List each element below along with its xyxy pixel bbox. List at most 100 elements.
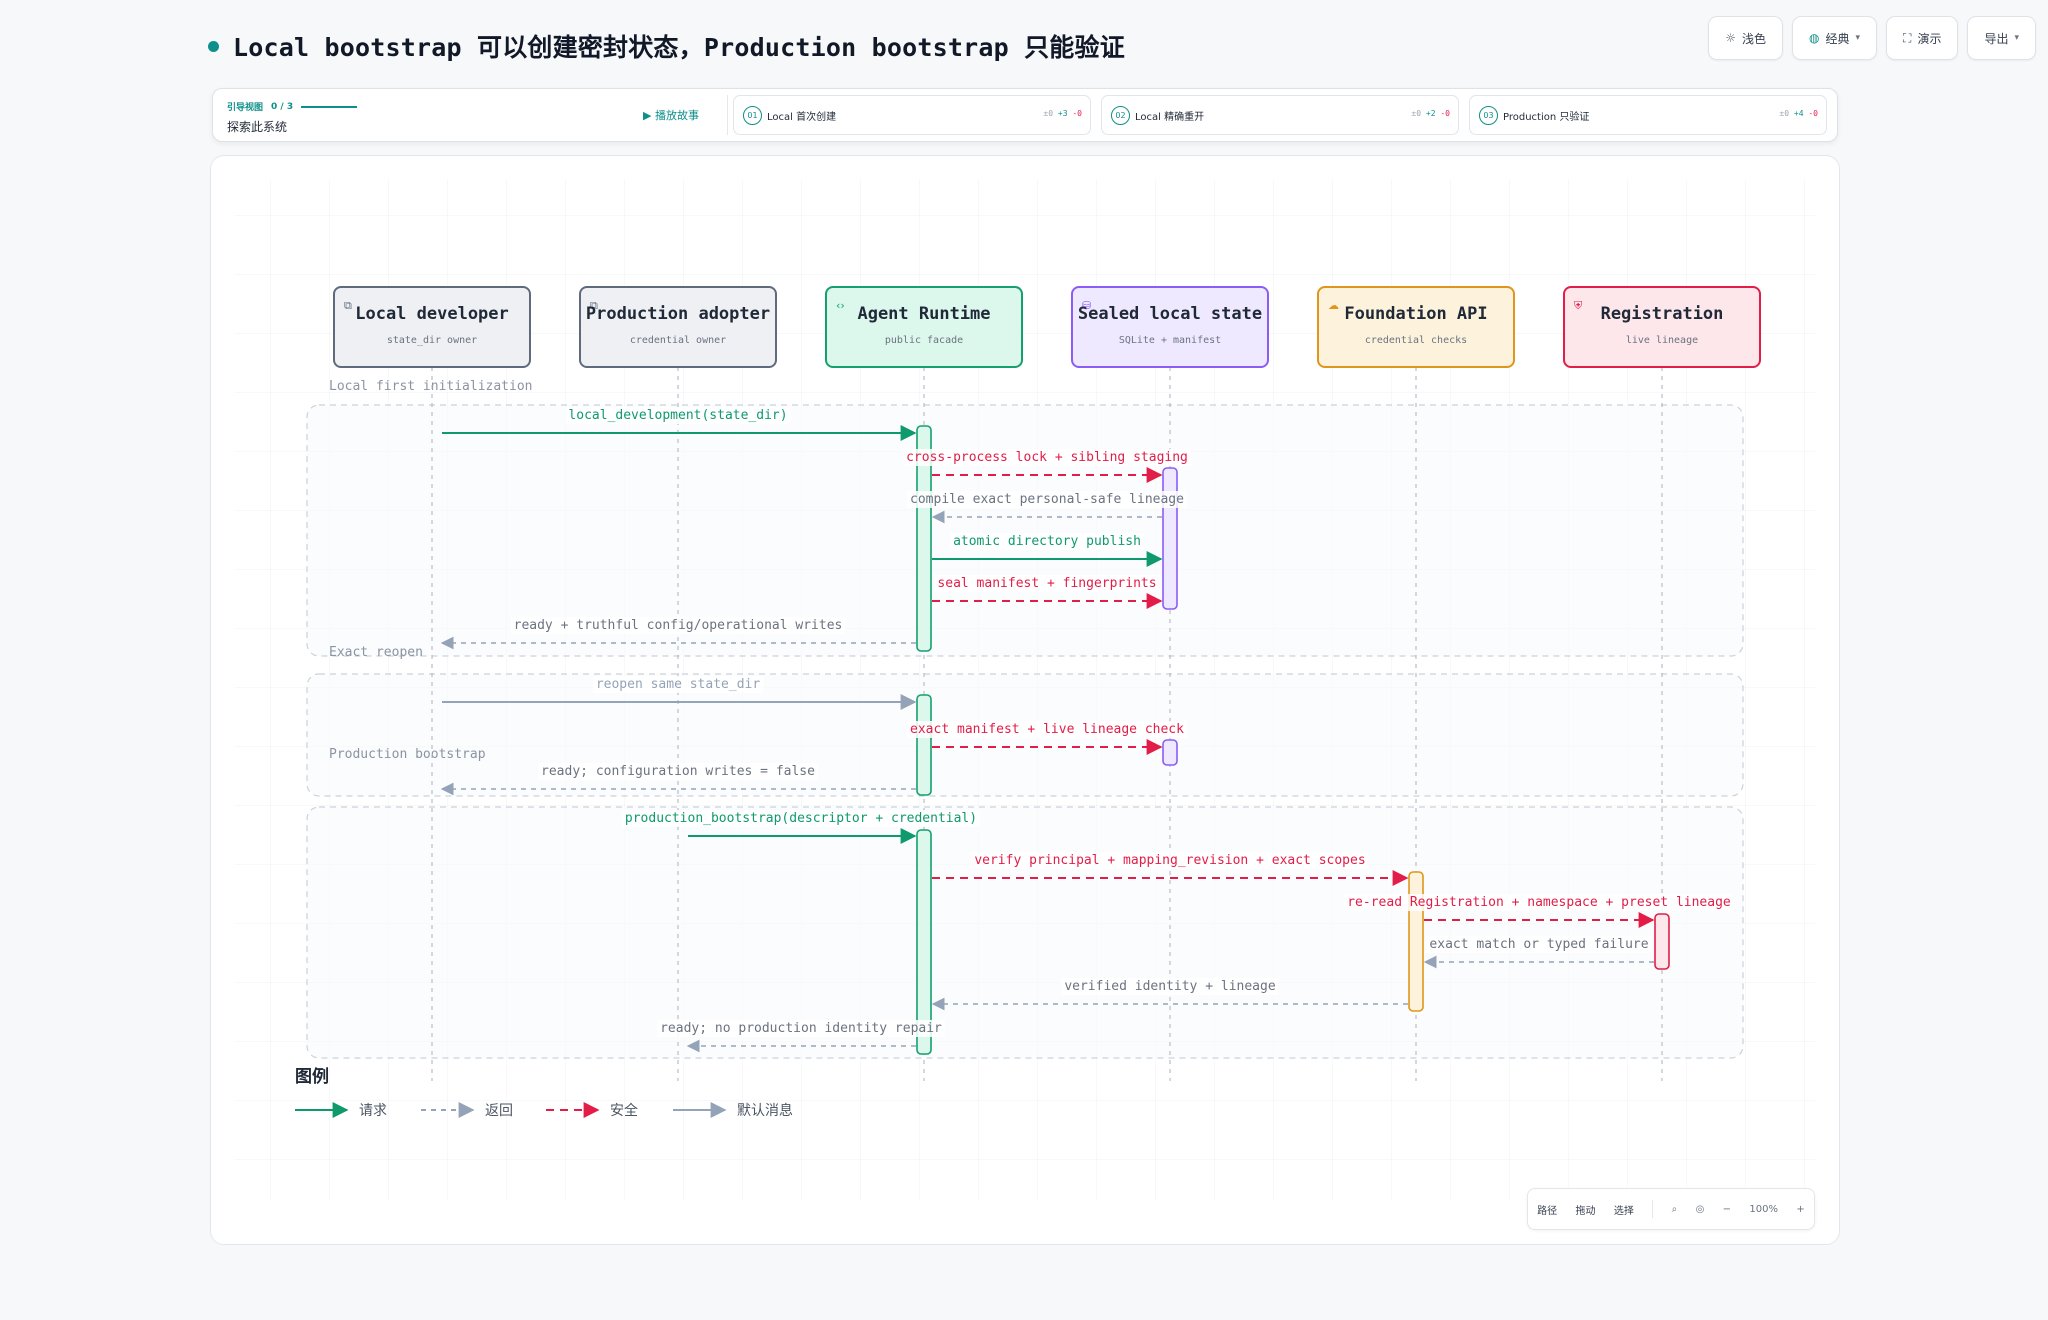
participant-subtitle: SQLite + manifest	[1119, 335, 1221, 346]
fit-view-icon[interactable]: ◎	[1696, 1204, 1705, 1215]
sun-icon: ☼	[1725, 31, 1736, 45]
present-label: 演示	[1917, 31, 1942, 46]
message-label: cross-process lock + sibling staging	[906, 450, 1188, 465]
message-label: ready + truthful config/operational writ…	[514, 618, 843, 633]
activation-bar	[1408, 871, 1424, 1012]
guide-step-3[interactable]: 03 Production 只验证 ±0 +4 -0	[1469, 95, 1827, 135]
step-diff: ±0 +4 -0	[1779, 109, 1818, 118]
participant-prod[interactable]	[579, 286, 777, 368]
participant-subtitle: credential checks	[1365, 335, 1467, 346]
legend-label: 默认消息	[737, 1102, 793, 1119]
participant-name: Local developer	[355, 304, 509, 324]
legend-label: 返回	[485, 1103, 513, 1119]
select-tool-button[interactable]: 选择	[1614, 1202, 1634, 1217]
participant-name: Production adopter	[586, 304, 770, 324]
cloud-icon: ☁	[1328, 299, 1339, 312]
guide-kicker: 引导视图	[227, 103, 264, 113]
zoom-level: 100%	[1749, 1203, 1779, 1215]
message-label: re-read Registration + namespace + prese…	[1347, 895, 1731, 910]
step-label: Production 只验证	[1503, 112, 1590, 123]
legend-label: 请求	[359, 1103, 387, 1119]
step-label: Local 首次创建	[767, 112, 837, 123]
step-diff: ±0 +3 -0	[1043, 109, 1082, 118]
title-dot	[208, 40, 219, 52]
participant-name: Foundation API	[1344, 304, 1487, 324]
participant-name: Agent Runtime	[857, 304, 990, 324]
message-label: atomic directory publish	[953, 534, 1141, 549]
participant-subtitle: live lineage	[1626, 335, 1698, 346]
activation-bar	[1654, 913, 1670, 970]
legend-label: 安全	[610, 1102, 638, 1119]
controls-divider	[1652, 1200, 1654, 1218]
guide-step-1[interactable]: 01 Local 首次创建 ±0 +3 -0	[733, 95, 1091, 135]
message-label: exact manifest + live lineage check	[910, 722, 1184, 737]
guide-info: 引导视图 0 / 3 探索此系统	[227, 100, 358, 135]
participant-name: Sealed local state	[1078, 304, 1262, 324]
path-tool-button[interactable]: 路径	[1537, 1202, 1557, 1217]
top-toolbar: ☼ 浅色 ◍ 经典 ▾ ⛶ 演示 导出 ▾	[1708, 16, 2036, 60]
step-number: 01	[743, 106, 762, 125]
participant-sealed[interactable]	[1071, 286, 1269, 368]
message-label: ready; configuration writes = false	[541, 764, 815, 779]
message-label: reopen same state_dir	[596, 677, 761, 692]
code-icon: ‹›	[836, 299, 845, 312]
theme-light-button[interactable]: ☼ 浅色	[1708, 16, 1783, 60]
group-label: Production bootstrap	[329, 747, 486, 762]
participant-foundation[interactable]	[1317, 286, 1515, 368]
style-classic-button[interactable]: ◍ 经典 ▾	[1792, 16, 1878, 60]
zoom-in-button[interactable]: +	[1796, 1204, 1804, 1215]
diagram-canvas[interactable]: Local first initialization Exact reopen Pr…	[210, 155, 1840, 1245]
export-button[interactable]: 导出 ▾	[1967, 16, 2036, 60]
message-label: compile exact personal-safe lineage	[910, 492, 1184, 507]
guide-step-2[interactable]: 02 Local 精确重开 ±0 +2 -0	[1101, 95, 1459, 135]
group-label: Exact reopen	[329, 645, 423, 660]
guide-progress-bar	[301, 105, 358, 108]
legend-title: 图例	[295, 1066, 329, 1087]
present-button[interactable]: ⛶ 演示	[1886, 16, 1959, 60]
zoom-out-button[interactable]: −	[1723, 1204, 1731, 1215]
participant-subtitle: credential owner	[630, 335, 726, 346]
guide-progress: 0 / 3	[271, 101, 294, 112]
chevron-down-icon: ▾	[2014, 33, 2019, 43]
step-number: 02	[1111, 106, 1130, 125]
search-icon[interactable]: ⌕	[1672, 1204, 1678, 1215]
message-label: verify principal + mapping_revision + ex…	[974, 853, 1365, 868]
canvas-controls: 路径 拖动 选择 ⌕ ◎ − 100% +	[1527, 1188, 1815, 1230]
sequence-diagram: Local first initialization Exact reopen Pr…	[235, 180, 1815, 1200]
participant-subtitle: public facade	[885, 335, 963, 346]
style-classic-label: 经典	[1825, 31, 1850, 46]
shield-icon: ⛨	[1574, 299, 1583, 312]
step-label: Local 精确重开	[1135, 112, 1205, 123]
activation-bar	[1162, 739, 1178, 766]
step-number: 03	[1479, 106, 1498, 125]
fullscreen-icon: ⛶	[1903, 30, 1912, 45]
guide-subtitle: 探索此系统	[227, 120, 288, 134]
message-label: verified identity + lineage	[1064, 979, 1275, 994]
participant-registration[interactable]	[1563, 286, 1761, 368]
participant-local[interactable]	[333, 286, 531, 368]
participant-runtime[interactable]	[825, 286, 1023, 368]
message-label: local_development(state_dir)	[568, 408, 787, 423]
guide-bar: 引导视图 0 / 3 探索此系统 ▶ 播放故事 01 Local 首次创建 ±0…	[212, 88, 1838, 142]
play-story-button[interactable]: ▶ 播放故事	[643, 107, 699, 123]
page-title: Local bootstrap 可以创建密封状态，Production boot…	[208, 28, 1125, 64]
activation-bar	[1162, 467, 1178, 610]
group-label: Local first initialization	[329, 379, 533, 394]
participant-subtitle: state_dir owner	[387, 335, 477, 346]
message-label: production_bootstrap(descriptor + creden…	[625, 811, 977, 826]
message-label: exact match or typed failure	[1429, 937, 1648, 952]
message-label: seal manifest + fingerprints	[937, 576, 1156, 591]
external-link-icon: ⧉	[344, 299, 352, 312]
play-icon: ▶	[643, 109, 652, 122]
message-label: ready; no production identity repair	[660, 1021, 942, 1036]
participant-name: Registration	[1601, 304, 1724, 324]
theme-light-label: 浅色	[1741, 31, 1766, 46]
pan-tool-button[interactable]: 拖动	[1576, 1202, 1596, 1217]
activation-bar	[916, 694, 932, 796]
play-story-label: 播放故事	[654, 109, 699, 122]
page-title-text: Local bootstrap 可以创建密封状态，Production boot…	[233, 33, 1125, 62]
chevron-down-icon: ▾	[1855, 33, 1861, 43]
palette-icon: ◍	[1809, 31, 1820, 45]
group-frame	[306, 806, 1744, 1059]
export-label: 导出	[1984, 31, 2009, 46]
